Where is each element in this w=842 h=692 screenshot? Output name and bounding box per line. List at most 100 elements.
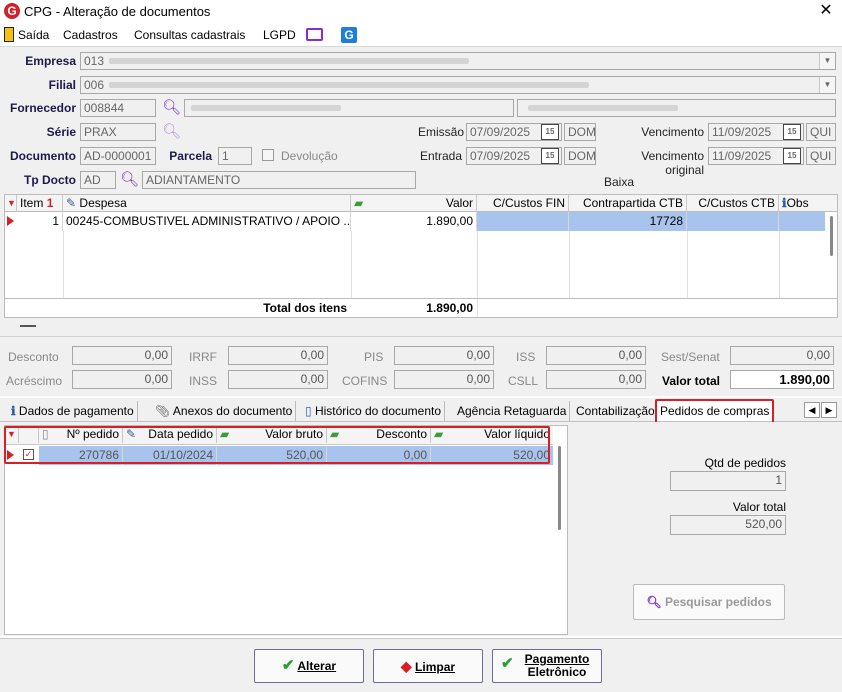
- tab-anexos[interactable]: 📎︎ Anexos do documento: [152, 401, 297, 421]
- devolucao-label: Devolução: [281, 149, 338, 163]
- vencimento-original-date: 11/09/2025: [712, 149, 772, 163]
- qtd-pedidos-label: Qtd de pedidos: [704, 456, 786, 470]
- paperclip-icon: 📎︎: [155, 404, 171, 418]
- menu-bar: Saída Cadastros Consultas cadastrais LGP…: [0, 24, 842, 46]
- col-obs-label: Obs: [786, 196, 809, 210]
- exit-door-icon: [4, 27, 14, 42]
- splitter-handle[interactable]: [20, 325, 36, 327]
- cell-ccustos-fin: [477, 212, 569, 231]
- highlight-box: [4, 426, 550, 464]
- serie-field[interactable]: PRAX: [80, 123, 156, 141]
- scroll-thumb[interactable]: [830, 216, 833, 256]
- col-contrapartida-ctb[interactable]: Contrapartida CTB: [569, 195, 687, 212]
- col-item[interactable]: Item 1: [17, 195, 63, 212]
- calendar-icon[interactable]: 15: [783, 124, 801, 140]
- tpdocto-label: Tp Docto: [24, 173, 76, 187]
- col-ccustos-ctb[interactable]: C/Custos CTB: [687, 195, 779, 212]
- entrada-date: 07/09/2025: [470, 149, 531, 163]
- g-app-icon[interactable]: G: [341, 27, 357, 43]
- total-itens-value: 1.890,00: [351, 299, 477, 317]
- valor-total-label: Valor total: [662, 374, 721, 388]
- desconto-field: 0,00: [72, 346, 172, 365]
- documento-field[interactable]: AD-0000001: [80, 147, 156, 165]
- calendar-icon[interactable]: 15: [783, 148, 801, 164]
- parcela-field[interactable]: 1: [218, 147, 252, 165]
- search-icon: 🔍︎: [646, 595, 662, 609]
- search-icon[interactable]: 🔍︎: [162, 98, 181, 116]
- pedidos-scrollbar[interactable]: [555, 426, 563, 634]
- pagamento-label: Pagamento: [524, 652, 590, 666]
- tab-scroll-right-icon[interactable]: ▶: [821, 402, 837, 418]
- eletronico-label: Eletrônico: [527, 665, 587, 679]
- empresa-name-redacted: [109, 58, 469, 64]
- sest-senat-label: Sest/Senat: [661, 350, 720, 364]
- fornecedor-code-field[interactable]: 008844: [80, 99, 156, 117]
- tab-agencia-retaguarda[interactable]: Agência Retaguarda: [454, 401, 571, 421]
- fornecedor-name-redacted: [191, 105, 341, 111]
- entrada-date-field[interactable]: 07/09/2025 15: [466, 147, 562, 165]
- entrada-day: DOM: [564, 147, 596, 165]
- tab-dados-pagamento[interactable]: ℹ Dados de pagamento: [8, 401, 138, 421]
- inss-field: 0,00: [228, 370, 328, 389]
- scroll-thumb[interactable]: [558, 446, 561, 530]
- vencimento-date-field[interactable]: 11/09/2025 15: [708, 123, 804, 141]
- empresa-label: Empresa: [25, 54, 76, 68]
- menu-consultas-cadastrais[interactable]: Consultas cadastrais: [134, 28, 245, 42]
- col-obs[interactable]: ℹObs: [779, 195, 825, 212]
- menu-saida[interactable]: Saída: [18, 28, 49, 42]
- vencimento-original-date-field[interactable]: 11/09/2025 15: [708, 147, 804, 165]
- chevron-down-icon[interactable]: ▼: [819, 53, 835, 69]
- col-despesa[interactable]: ✎ Despesa: [63, 195, 351, 212]
- checkmark-icon: ✔: [281, 657, 295, 674]
- acrescimo-field: 0,00: [72, 370, 172, 389]
- items-grid-header: ▼ Item 1 ✎ Despesa ▰ Valor C/Custos FIN C…: [4, 194, 838, 212]
- fornecedor-name-field: [184, 99, 514, 117]
- serie-label: Série: [46, 125, 76, 139]
- tab-historico[interactable]: ▯ Histórico do documento: [302, 401, 446, 421]
- csll-label: CSLL: [508, 374, 539, 388]
- empresa-combo[interactable]: 013 ▼: [80, 52, 836, 70]
- search-icon[interactable]: 🔍︎: [162, 122, 181, 140]
- pis-label: PIS: [364, 350, 384, 364]
- grid-line: [687, 231, 688, 299]
- pagamento-eletronico-button[interactable]: ✔ Pagamento Eletrônico: [492, 649, 602, 683]
- items-scrollbar[interactable]: [827, 212, 835, 298]
- chevron-down-icon[interactable]: ▼: [819, 77, 835, 93]
- tab-scroll-left-icon[interactable]: ◀: [804, 402, 820, 418]
- pesquisar-pedidos-button[interactable]: 🔍︎ Pesquisar pedidos: [633, 584, 785, 620]
- empresa-code: 013: [84, 54, 105, 68]
- fornecedor-extra-field: [517, 99, 836, 117]
- col-valor[interactable]: ▰ Valor: [351, 195, 477, 212]
- emissao-date-field[interactable]: 07/09/2025 15: [466, 123, 562, 141]
- cell-obs: [779, 212, 825, 231]
- search-icon[interactable]: 🔍︎: [120, 170, 139, 188]
- close-icon[interactable]: ✕: [816, 1, 836, 21]
- filial-combo[interactable]: 006 ▼: [80, 76, 836, 94]
- qtd-pedidos-field: 1: [670, 471, 786, 491]
- button-bar: ✔ Alterar ◆ Limpar ✔ Pagamento Eletrônic…: [0, 638, 842, 692]
- tpdocto-code-field[interactable]: AD: [80, 171, 116, 189]
- tab-contabilizacao[interactable]: Contabilização: [573, 401, 659, 421]
- menu-lgpd[interactable]: LGPD: [263, 28, 296, 42]
- filial-label: Filial: [48, 78, 76, 92]
- pesquisar-label: Pesquisar pedidos: [664, 595, 772, 609]
- fornecedor-extra-redacted: [528, 105, 678, 111]
- limpar-button[interactable]: ◆ Limpar: [373, 649, 483, 683]
- info-icon: ℹ: [11, 404, 16, 418]
- calendar-icon[interactable]: 15: [541, 124, 559, 140]
- documento-label: Documento: [10, 149, 76, 163]
- calendar-icon[interactable]: 15: [541, 148, 559, 164]
- menu-cadastros[interactable]: Cadastros: [63, 28, 118, 42]
- col-ccustos-fin[interactable]: C/Custos FIN: [477, 195, 569, 212]
- alterar-button[interactable]: ✔ Alterar: [254, 649, 364, 683]
- grid-line: [477, 231, 478, 317]
- iss-label: ISS: [516, 350, 536, 364]
- vencimento-original-day: QUI: [806, 147, 836, 165]
- monitor-icon[interactable]: [306, 28, 323, 41]
- table-row[interactable]: 1 00245-COMBUSTIVEL ADMINISTRATIVO / APO…: [17, 212, 825, 231]
- devolucao-checkbox[interactable]: [262, 149, 274, 161]
- items-grid-body: 1 00245-COMBUSTIVEL ADMINISTRATIVO / APO…: [4, 212, 838, 318]
- note-icon: ✎: [66, 196, 77, 210]
- tab-strip: ℹ Dados de pagamento 📎︎ Anexos do docume…: [0, 398, 842, 425]
- checkmark-icon: ✔: [501, 655, 514, 672]
